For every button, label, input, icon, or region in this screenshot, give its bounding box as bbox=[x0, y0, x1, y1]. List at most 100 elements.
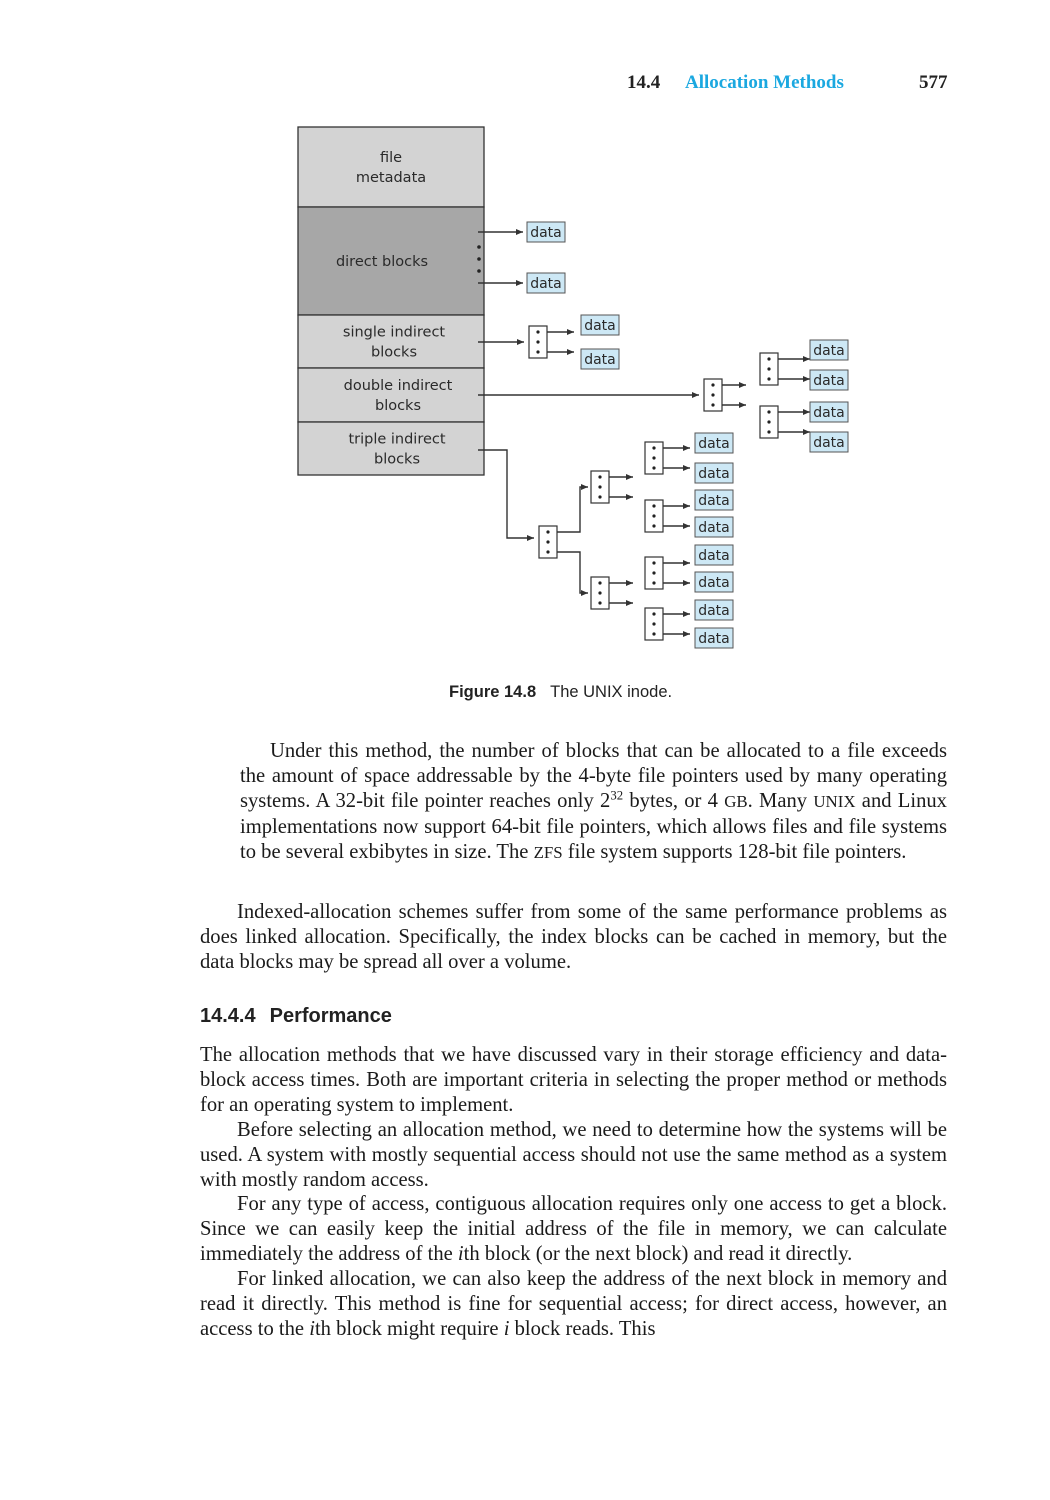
inode-row-triple-indirect-blocks: triple indirect blocks bbox=[297, 421, 485, 476]
data-block-label: data bbox=[584, 318, 616, 334]
pointer-dot bbox=[598, 581, 602, 585]
pointer-dot bbox=[598, 601, 602, 605]
pointer-dot bbox=[652, 504, 656, 508]
pointer-dot bbox=[652, 571, 656, 575]
inode-row-label: metadata bbox=[356, 170, 426, 186]
pointer-dot bbox=[652, 456, 656, 460]
pointer-dot bbox=[652, 612, 656, 616]
inode-row-label: blocks bbox=[375, 398, 421, 414]
inode-row-single-indirect-blocks: single indirect blocks bbox=[297, 314, 485, 369]
p3-text: The allocation methods that we have disc… bbox=[200, 1044, 947, 1116]
data-block: data bbox=[809, 369, 849, 391]
p2-text: Indexed-allocation schemes suffer from s… bbox=[200, 901, 947, 973]
p1-text-c: . Many bbox=[747, 789, 814, 812]
ellipsis-dot bbox=[477, 269, 481, 273]
data-block-label: data bbox=[698, 493, 730, 509]
data-block-label: data bbox=[813, 343, 845, 359]
p1-gb: GB bbox=[724, 791, 748, 811]
pointer-dot bbox=[711, 383, 715, 387]
pointer-dot bbox=[767, 367, 771, 371]
pointer-dot bbox=[652, 524, 656, 528]
data-block-label: data bbox=[698, 631, 730, 647]
index-block bbox=[759, 352, 779, 386]
p6: For linked allocation, we can also keep … bbox=[200, 1267, 947, 1342]
data-block: data bbox=[694, 627, 734, 649]
index-block bbox=[590, 576, 610, 610]
data-blocks: data data data data data data data data data data… bbox=[526, 221, 849, 649]
data-block-label: data bbox=[813, 405, 845, 421]
data-block: data bbox=[694, 544, 734, 566]
pointer-dot bbox=[546, 550, 550, 554]
data-block: data bbox=[694, 432, 734, 454]
pointer-arrow bbox=[548, 484, 588, 533]
p1-text-b: bytes, or 4 bbox=[623, 789, 725, 812]
data-block-label: data bbox=[698, 436, 730, 452]
data-block: data bbox=[809, 339, 849, 361]
pointer-dot bbox=[767, 430, 771, 434]
figure-number: Figure 14.8 bbox=[449, 683, 537, 701]
pointer-dot bbox=[546, 540, 550, 544]
inode-row-label: triple indirect bbox=[348, 432, 445, 448]
inode-row-label: double indirect bbox=[344, 378, 453, 394]
pointer-dot bbox=[652, 561, 656, 565]
data-block: data bbox=[526, 221, 566, 243]
pointer-dot bbox=[652, 446, 656, 450]
p4-text: Before selecting an allocation method, w… bbox=[200, 1118, 947, 1191]
paragraph-indexed-performance: Indexed-allocation schemes suffer from s… bbox=[200, 900, 947, 975]
pointer-dot bbox=[536, 330, 540, 334]
pointer-dot bbox=[652, 466, 656, 470]
inode-row-label: blocks bbox=[371, 345, 417, 361]
data-block: data bbox=[809, 401, 849, 423]
p6-text-c: block reads. This bbox=[509, 1317, 656, 1340]
data-block-label: data bbox=[813, 373, 845, 389]
p6-text-b: th block might require bbox=[314, 1317, 504, 1340]
index-block bbox=[644, 556, 664, 590]
data-block-label: data bbox=[698, 466, 730, 482]
data-block: data bbox=[580, 348, 620, 370]
inode-row-file-metadata: file metadata bbox=[297, 126, 485, 208]
pointer-dot bbox=[546, 530, 550, 534]
inode-row-direct-blocks: direct blocks bbox=[297, 206, 485, 316]
pointer-dot bbox=[598, 591, 602, 595]
data-block: data bbox=[809, 431, 849, 453]
pointer-dot bbox=[598, 475, 602, 479]
index-block bbox=[538, 525, 558, 559]
data-block-label: data bbox=[698, 575, 730, 591]
inode-row-box bbox=[297, 126, 485, 208]
inode-row-double-indirect-blocks: double indirect blocks bbox=[297, 367, 485, 423]
p1-text-e: file system supports 128-bit file pointe… bbox=[562, 840, 907, 863]
data-block: data bbox=[580, 314, 620, 336]
data-block-label: data bbox=[530, 225, 562, 241]
performance-section-body: The allocation methods that we have disc… bbox=[200, 1043, 947, 1342]
data-block: data bbox=[694, 516, 734, 538]
unix-inode-diagram: file metadata direct blocks single indirect… bbox=[297, 126, 849, 649]
data-block-label: data bbox=[698, 520, 730, 536]
subsection-heading: 14.4.4 Performance bbox=[200, 1005, 392, 1028]
inode-row-label: direct blocks bbox=[336, 254, 428, 270]
pointer-dot bbox=[711, 393, 715, 397]
pointer-dot bbox=[652, 581, 656, 585]
inode-column: file metadata direct blocks single indirect… bbox=[297, 126, 485, 476]
pointer-dot bbox=[711, 403, 715, 407]
pointer-dot bbox=[767, 357, 771, 361]
index-block bbox=[528, 325, 548, 359]
index-blocks bbox=[528, 325, 779, 641]
data-block-label: data bbox=[584, 352, 616, 368]
data-block: data bbox=[694, 599, 734, 621]
data-block-label: data bbox=[698, 603, 730, 619]
index-block bbox=[644, 441, 664, 475]
p1-zfs: ZFS bbox=[533, 842, 563, 862]
pointer-dot bbox=[652, 622, 656, 626]
data-block-label: data bbox=[813, 435, 845, 451]
pointer-dot bbox=[767, 377, 771, 381]
paragraph-pointer-size: Under this method, the number of blocks … bbox=[240, 739, 947, 866]
figure-caption-text: The UNIX inode. bbox=[550, 683, 673, 701]
pointer-dot bbox=[598, 485, 602, 489]
index-block bbox=[759, 405, 779, 439]
index-block bbox=[590, 470, 610, 504]
data-block: data bbox=[694, 462, 734, 484]
index-block bbox=[644, 607, 664, 641]
data-block: data bbox=[694, 571, 734, 593]
p1-superscript: 32 bbox=[610, 788, 624, 803]
data-block: data bbox=[526, 272, 566, 294]
